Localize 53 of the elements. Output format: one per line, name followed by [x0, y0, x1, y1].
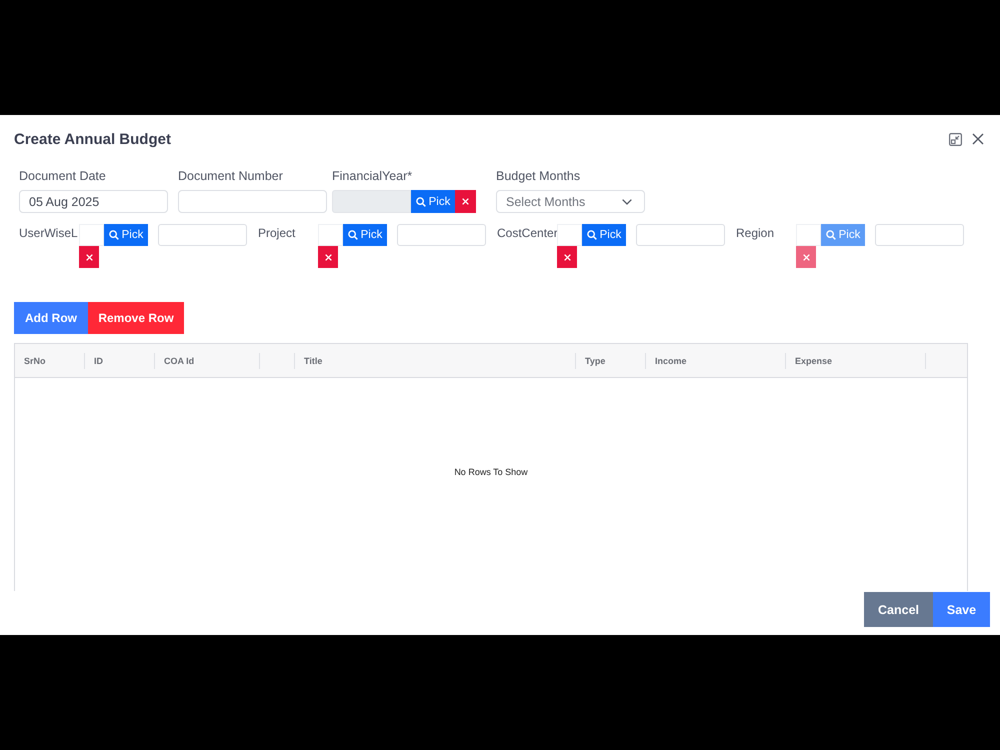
column-header: Income [655, 356, 687, 366]
date-field[interactable]: 05 Aug 2025 [19, 190, 168, 213]
close-icon[interactable] [972, 133, 984, 145]
lookup-input-field[interactable] [79, 224, 104, 246]
field-label: FinancialYear* [332, 169, 412, 183]
search-icon [826, 230, 836, 240]
pick-button[interactable]: Pick [343, 224, 387, 246]
lookup-input-field[interactable] [557, 224, 582, 246]
search-icon [108, 230, 119, 240]
column-header: Type [585, 356, 606, 366]
clear-button[interactable] [79, 246, 99, 268]
text-field[interactable] [158, 224, 247, 246]
select-field[interactable]: Select Months [496, 190, 645, 213]
field-label: Document Number [178, 169, 283, 183]
field-label: Document Date [19, 169, 106, 183]
x-icon [802, 254, 810, 260]
text-field[interactable] [875, 224, 964, 246]
clear-button[interactable] [318, 246, 338, 268]
search-icon [586, 230, 597, 240]
field-label: UserWiseL [19, 225, 79, 240]
dialog-title: Create Annual Budget [14, 130, 171, 148]
column-header: Title [304, 356, 322, 366]
field-label: Region [736, 225, 776, 240]
clear-button[interactable] [557, 246, 577, 268]
column-header: SrNo [24, 356, 46, 366]
remove-row-button[interactable]: Remove Row [88, 302, 184, 334]
x-icon [564, 254, 570, 260]
chevron-down-icon [622, 198, 632, 204]
text-field[interactable] [178, 190, 327, 213]
save-button[interactable]: Save [933, 592, 990, 627]
text-field[interactable] [397, 224, 486, 246]
cancel-button[interactable]: Cancel [864, 592, 933, 627]
lookup-input-field[interactable] [796, 224, 821, 246]
search-icon [416, 196, 426, 206]
resize-icon[interactable] [949, 132, 962, 146]
field-label: CostCenter [497, 225, 557, 240]
field-label: Project [258, 225, 296, 240]
column-header: Expense [795, 356, 832, 366]
pick-button[interactable]: Pick [582, 224, 626, 246]
x-icon [462, 198, 469, 205]
pick-button[interactable]: Pick [411, 190, 455, 213]
column-header: ID [94, 356, 103, 366]
lookup-input-field[interactable] [318, 224, 343, 246]
x-icon [324, 254, 332, 260]
pick-button[interactable]: Pick [104, 224, 148, 246]
column-header: COA Id [164, 356, 194, 366]
add-row-button[interactable]: Add Row [14, 302, 88, 334]
search-icon [348, 230, 358, 240]
empty-message: No Rows To Show [454, 466, 528, 478]
clear-button[interactable] [455, 190, 476, 213]
text-field[interactable] [636, 224, 725, 246]
field-label: Budget Months [496, 169, 580, 183]
x-icon [86, 254, 92, 260]
